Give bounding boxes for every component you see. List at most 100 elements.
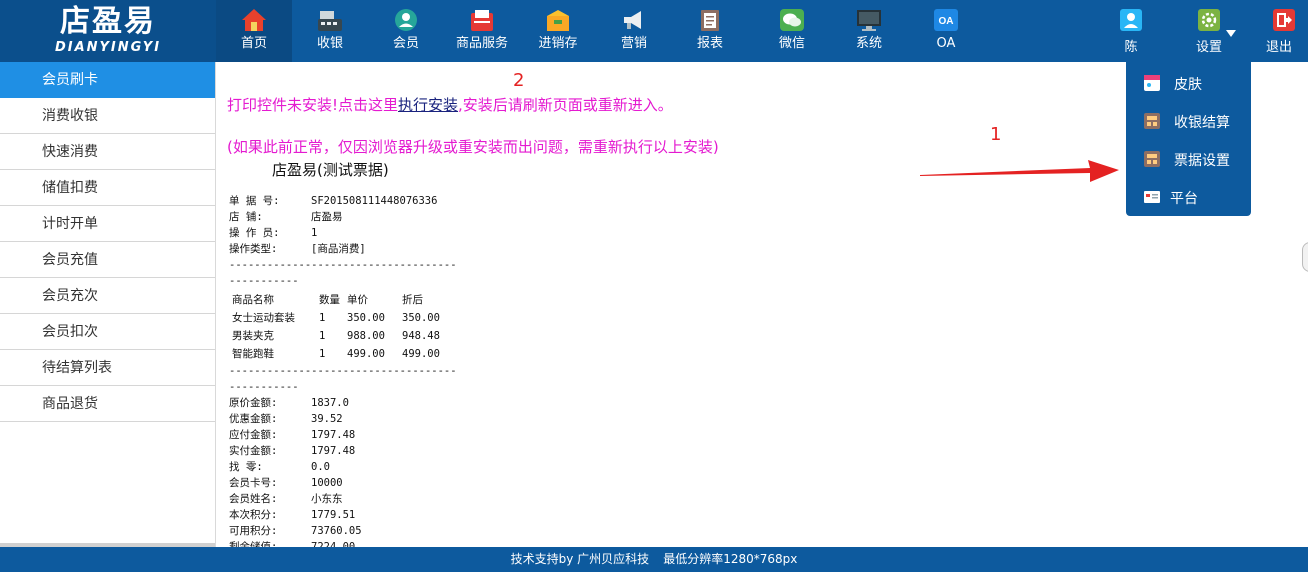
sidebar-item-member-recharge[interactable]: 会员充值 [0, 242, 215, 278]
annotation-label-1: 1 [990, 124, 1002, 145]
item-price: 499.00 [347, 348, 385, 360]
receipt-key: 单 据 号: [229, 195, 280, 207]
receipt-row: 可用积分: 73760.05 [229, 523, 462, 539]
receipt-value: 1797.48 [311, 429, 356, 441]
nav-logout[interactable]: 退出 [1250, 0, 1308, 62]
sidebar-item-member-deduct-times[interactable]: 会员扣次 [0, 314, 215, 350]
sidebar-item-member-recharge-times[interactable]: 会员充次 [0, 278, 215, 314]
receipt-key: 应付金额: [229, 429, 278, 441]
oa-icon: OA [934, 9, 958, 31]
nav-oa[interactable]: OA OA [908, 0, 984, 62]
nav-home[interactable]: 首页 [216, 0, 292, 62]
item-price: 988.00 [347, 330, 385, 342]
menu-item-receipt-settings-label: 票据设置 [1174, 153, 1230, 169]
receipt-key: 实付金额: [229, 445, 278, 457]
receipt-row: 应付金额: 1797.48 [229, 427, 462, 443]
receipt-key: 原价金额: [229, 397, 278, 409]
menu-item-receipt-settings[interactable]: 票据设置 [1126, 140, 1251, 178]
sidebar-item-timed-order[interactable]: 计时开单 [0, 206, 215, 242]
receipt-key: 操 作 员: [229, 227, 280, 239]
nav-settings-label: 设置 [1195, 40, 1222, 55]
menu-item-skin-label: 皮肤 [1174, 77, 1202, 93]
sidebar: 会员刷卡 消费收银 快速消费 储值扣费 计时开单 会员充值 会员充次 会员扣次 … [0, 62, 216, 547]
receipt-items-header: 商品名称 数量 单价 折后 [229, 291, 462, 309]
nav-inventory[interactable]: 进销存 [520, 0, 596, 62]
logo-main-text: 店盈易 [60, 4, 156, 39]
receipt-key: 操作类型: [229, 243, 278, 255]
nav-logout-label: 退出 [1265, 40, 1292, 55]
receipt-row: 单 据 号: SF201508111448076336 [229, 193, 462, 209]
receipt-title: 店盈易(测试票据) [272, 161, 389, 179]
nav-home-label: 首页 [240, 36, 267, 51]
nav-goods-service-label: 商品服务 [455, 36, 508, 51]
receipt-row: 优惠金额: 39.52 [229, 411, 462, 427]
receipt-key: 优惠金额: [229, 413, 278, 425]
sidebar-item-pending-settlement[interactable]: 待结算列表 [0, 350, 215, 386]
chevron-down-icon[interactable] [1226, 30, 1236, 37]
menu-item-checkout-settlement[interactable]: 收银结算 [1126, 102, 1251, 140]
print-control-notice: 打印控件未安装!点击这里执行安装,安装后请刷新页面或重新进入。 [227, 94, 673, 115]
receipt-settings-icon [1144, 151, 1160, 167]
nav-cashier-label: 收银 [316, 36, 343, 51]
col-price: 单价 [347, 294, 368, 306]
col-qty: 数量 [319, 294, 340, 306]
notice-line2: (如果此前正常，仅因浏览器升级或重安装而出问题，需重新执行以上安装) [227, 138, 719, 156]
nav-member[interactable]: 会员 [368, 0, 444, 62]
app-window: 店盈易 DIANYINGYI 首页 收银 会员 商品服务 进销存 营销 报表 微… [0, 0, 1308, 572]
settings-gear-icon [1198, 9, 1220, 31]
menu-item-platform[interactable]: 平台 [1126, 178, 1251, 216]
receipt-row: 会员姓名: 小东东 [229, 491, 462, 507]
receipt-row: 店 铺: 店盈易 [229, 209, 462, 225]
sidebar-item-member-card[interactable]: 会员刷卡 [0, 62, 215, 98]
nav-goods-service[interactable]: 商品服务 [444, 0, 520, 62]
receipt-item-row: 男装夹克 1 988.00 948.48 [229, 327, 462, 345]
sidebar-item-goods-return[interactable]: 商品退货 [0, 386, 215, 422]
logout-icon [1273, 9, 1295, 31]
sidebar-item-stored-value-deduct[interactable]: 储值扣费 [0, 170, 215, 206]
item-discounted: 350.00 [402, 312, 440, 324]
receipt-value: 10000 [311, 477, 343, 489]
receipt-separator-tail: ----------- [229, 275, 299, 287]
megaphone-icon [624, 11, 641, 29]
nav-cashier[interactable]: 收银 [292, 0, 368, 62]
side-collapse-handle[interactable] [1302, 242, 1308, 272]
col-name: 商品名称 [232, 294, 274, 306]
receipt-row: 操 作 员: 1 [229, 225, 462, 241]
install-link[interactable]: 执行安装 [398, 96, 458, 114]
menu-item-checkout-label: 收银结算 [1174, 115, 1230, 131]
user-icon [1120, 9, 1142, 31]
receipt-value: SF201508111448076336 [311, 195, 438, 207]
footer: 技术支持by 广州贝应科技 最低分辨率1280*768px [0, 547, 1308, 572]
nav-report[interactable]: 报表 [672, 0, 748, 62]
receipt-key: 剩余储值: [229, 541, 278, 547]
sidebar-item-quick-consume[interactable]: 快速消费 [0, 134, 215, 170]
home-icon [242, 9, 266, 31]
nav-wechat[interactable]: 微信 [754, 0, 830, 62]
receipt-row: 本次积分: 1779.51 [229, 507, 462, 523]
sidebar-item-consume-cashier[interactable]: 消费收银 [0, 98, 215, 134]
item-discounted: 948.48 [402, 330, 440, 342]
nav-wechat-label: 微信 [778, 36, 805, 51]
receipt-row: 剩余储值: 7224.00 [229, 539, 462, 547]
nav-system[interactable]: 系统 [831, 0, 907, 62]
nav-system-label: 系统 [855, 36, 882, 51]
menu-item-skin[interactable]: 皮肤 [1126, 64, 1251, 102]
nav-report-label: 报表 [696, 36, 723, 51]
goods-service-icon [471, 10, 493, 31]
item-name: 男装夹克 [232, 330, 274, 342]
nav-user[interactable]: 陈 [1093, 0, 1169, 62]
receipt-key: 本次积分: [229, 509, 278, 521]
nav-member-label: 会员 [392, 36, 419, 51]
item-qty: 1 [319, 330, 326, 342]
nav-marketing-label: 营销 [620, 36, 647, 51]
settings-dropdown-menu: 皮肤 收银结算 票据设置 平台 [1126, 62, 1251, 216]
nav-marketing[interactable]: 营销 [596, 0, 672, 62]
item-qty: 1 [319, 348, 326, 360]
receipt-key: 会员卡号: [229, 477, 278, 489]
receipt-value: 73760.05 [311, 525, 362, 537]
annotation-label-2: 2 [513, 70, 525, 91]
skin-icon [1144, 75, 1160, 91]
receipt-value: 1837.0 [311, 397, 349, 409]
receipt-separator: -------------------------------------- [229, 365, 457, 377]
notice-text-part2: ,安装后请刷新页面或重新进入。 [458, 96, 673, 114]
